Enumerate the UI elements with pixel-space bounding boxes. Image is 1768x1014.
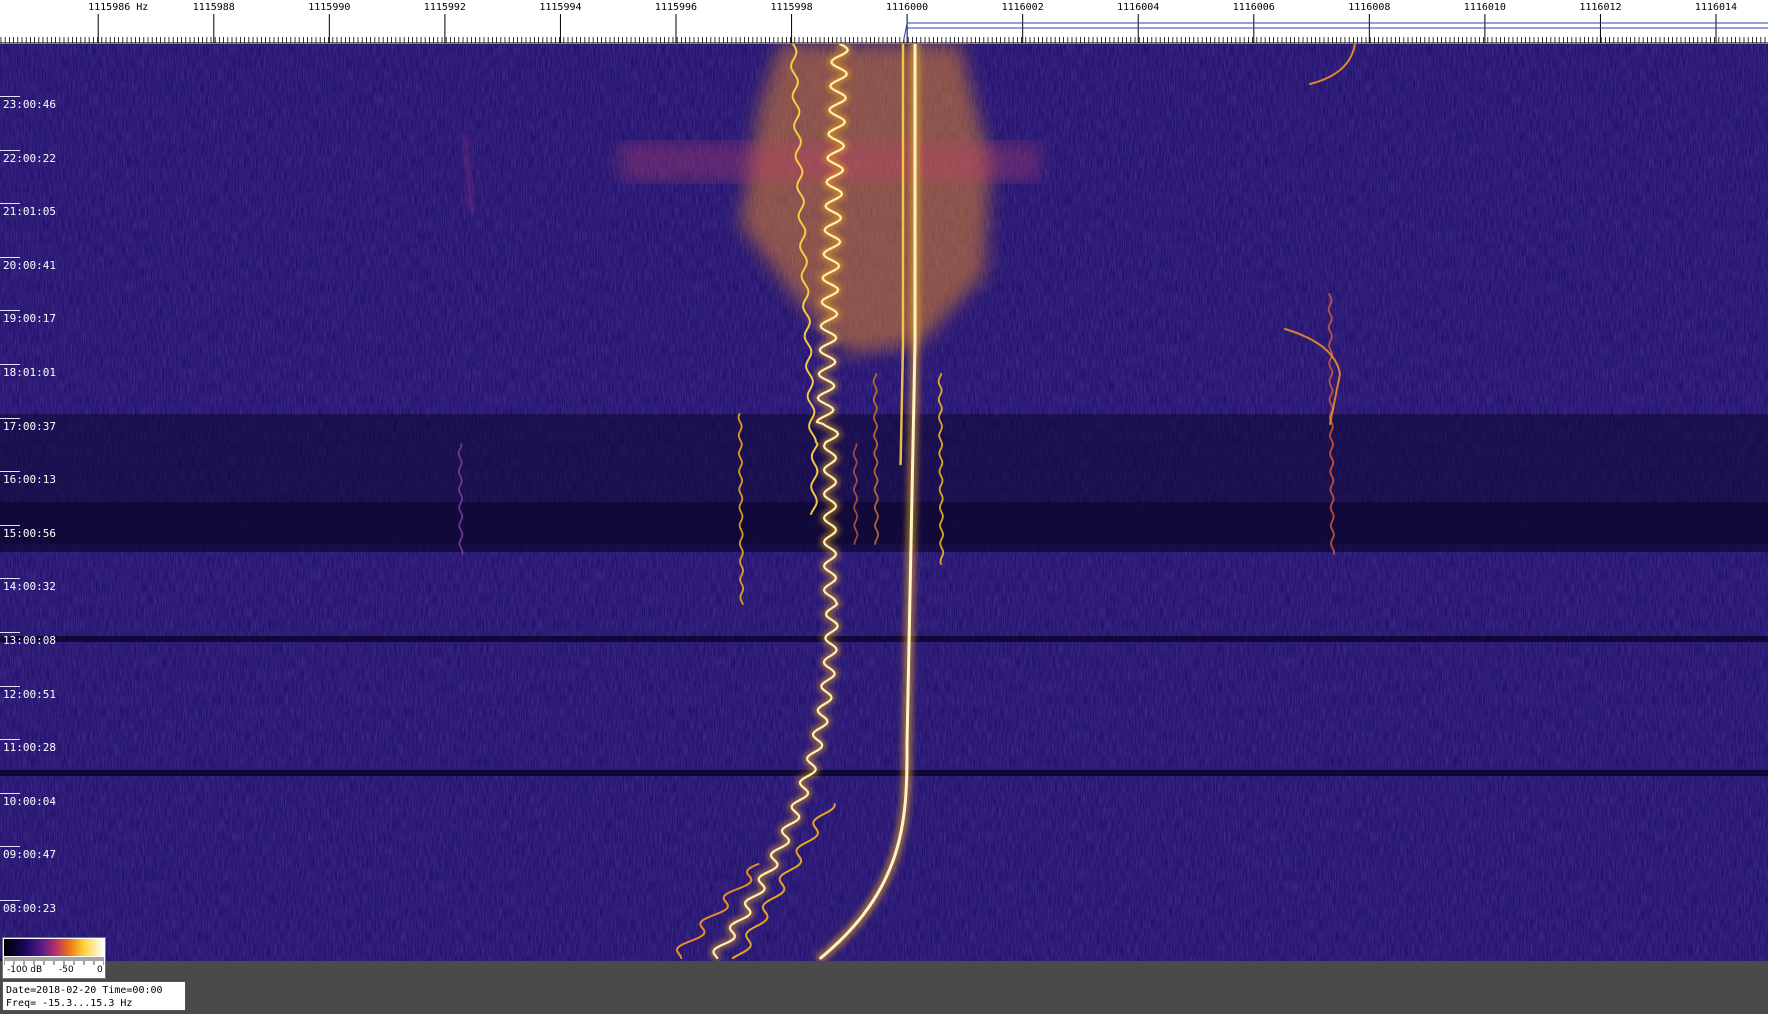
date-time-readout: Date=2018-02-20 Time=00:00 [6,985,163,996]
time-tick [0,792,20,794]
frequency-tick-label: 1116014 [1694,2,1738,13]
status-strip [0,961,1768,1014]
time-tick-label: 20:00:41 [3,258,56,272]
time-tick [0,739,20,741]
time-tick-label: 21:01:05 [3,205,56,219]
info-box: Date=2018-02-20 Time=00:00 Freq= -15.3..… [2,981,186,1011]
frequency-tick-label: 1116000 [886,2,929,13]
time-tick-label: 10:00:04 [3,794,56,808]
time-tick-label: 09:00:47 [3,848,56,862]
time-tick-label: 14:00:32 [3,580,56,594]
time-tick [0,471,20,473]
center-marker-line [902,22,908,44]
time-tick-label: 12:00:51 [3,687,56,701]
frequency-tick-label: 1115992 [423,2,466,13]
frequency-tick-label: 1116006 [1232,2,1275,13]
time-tick [0,310,20,312]
frequency-tick-label: 1115990 [308,2,351,13]
colorbar-gradient [4,939,104,956]
colorbar-min-label: -100 dB [7,965,43,975]
frequency-tick-label: 1115988 [192,2,235,13]
time-tick-label: 11:00:28 [3,741,56,755]
time-tick [0,149,20,151]
time-tick-label: 17:00:37 [3,419,56,433]
frequency-axis: 1115986 Hz 1115988 1115990 1115992 1115994 11… [0,0,1768,44]
frequency-tick-label: 1116010 [1463,2,1506,13]
frequency-tick-label: 1115998 [770,2,813,13]
time-tick-label: 18:01:01 [3,366,56,379]
frequency-tick-label: 1115994 [539,2,582,13]
colorbar-mid-label: -50 [59,965,74,975]
colorbar-max-label: 0 [97,965,103,975]
time-tick-label: 15:00:56 [3,526,56,540]
dark-band [0,502,1768,552]
frequency-tick-label: 1115996 [654,2,698,13]
dark-band [0,770,1768,776]
frequency-tick-label: 1116002 [1001,2,1044,13]
time-tick [0,632,20,633]
frequency-tick-label: 1116008 [1348,2,1391,13]
time-tick [0,900,20,901]
frequency-range-readout: Freq= -15.3...15.3 Hz [6,998,133,1009]
time-tick-label: 22:00:22 [3,151,56,165]
time-tick [0,417,20,419]
time-tick [0,96,20,97]
frequency-tick-label: 1116012 [1579,2,1622,13]
time-tick [0,846,20,848]
time-tick [0,364,20,365]
time-tick [0,203,20,205]
time-tick-label: 23:00:46 [3,98,56,111]
colorbar-legend: -100 dB -50 0 [2,937,106,979]
time-tick [0,685,20,687]
frequency-tick-label: 1115986 Hz [88,2,149,13]
time-tick [0,524,20,526]
time-tick [0,578,20,580]
time-tick-label: 08:00:23 [3,902,56,915]
time-tick-label: 19:00:17 [3,312,56,326]
dark-band [0,636,1768,642]
time-tick-label: 16:00:13 [3,473,56,487]
spectrogram-traces [0,44,1768,961]
time-tick-label: 13:00:08 [3,634,56,647]
frequency-tick-label: 1116004 [1117,2,1160,13]
time-tick [0,256,20,258]
colorbar-ticks [4,957,104,965]
spectrogram-waterfall[interactable]: 23:00:46 22:00:22 21:01:05 20:00:41 19:00:17… [0,44,1768,961]
